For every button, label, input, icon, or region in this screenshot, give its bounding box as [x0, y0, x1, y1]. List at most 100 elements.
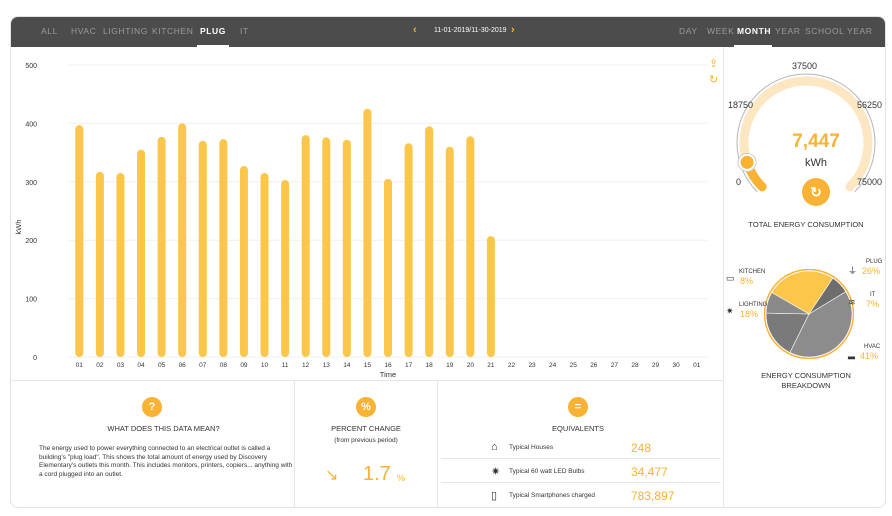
y-tick-label: 400	[25, 121, 37, 128]
x-tick-label: 12	[302, 362, 310, 369]
gauge-label-min: 0	[736, 177, 742, 187]
x-tick-label: 18	[426, 362, 434, 369]
divider	[437, 381, 438, 507]
divider	[294, 381, 295, 507]
x-tick-label: 05	[158, 362, 166, 369]
pie-pct-plug: 26%	[862, 266, 881, 276]
equivalent-value: 783,897	[631, 489, 675, 503]
breakdown-pie-chart	[764, 269, 854, 359]
x-tick-label: 21	[487, 362, 495, 369]
bar	[363, 108, 372, 357]
x-tick-label: 29	[652, 362, 660, 369]
x-tick-label: 04	[137, 362, 145, 369]
equivalent-label: Typical Houses	[509, 444, 554, 451]
x-tick-label: 01	[693, 362, 701, 369]
top-bar: ALL HVAC LIGHTING KITCHEN PLUG IT ‹ 11-0…	[11, 17, 885, 47]
bar	[239, 166, 248, 357]
period-day[interactable]: DAY	[679, 26, 698, 36]
bar	[75, 125, 84, 357]
pie-pct-kitchen: 8%	[740, 276, 754, 286]
percent-change-title: PERCENT CHANGE	[331, 424, 401, 433]
period-month[interactable]: MONTH	[737, 26, 771, 36]
equivalent-label: Typical 60 watt LED Bulbs	[509, 468, 585, 475]
share-icon[interactable]: ⇪	[709, 57, 718, 70]
x-tick-label: 27	[611, 362, 619, 369]
lightbulb-icon: ✷	[491, 466, 501, 478]
bar	[260, 173, 269, 357]
y-tick-label: 0	[33, 355, 37, 362]
equivalent-row: ⌂ Typical Houses 248	[441, 437, 721, 459]
info-title: WHAT DOES THIS DATA MEAN?	[107, 424, 220, 433]
gauge-label-q1: 18750	[728, 100, 754, 110]
bar	[425, 126, 434, 357]
x-tick-label: 28	[631, 362, 639, 369]
hvac-icon: ▂	[848, 349, 855, 359]
pie-pct-hvac: 41%	[860, 351, 879, 361]
y-tick-label: 100	[25, 297, 37, 304]
bar	[281, 180, 290, 357]
period-school-year[interactable]: SCHOOL YEAR	[805, 26, 873, 36]
percent-icon: %	[356, 397, 376, 417]
pie-label-lighting: LIGHTING	[739, 302, 768, 308]
bar	[466, 136, 475, 357]
plug-icon: ⏚	[848, 266, 858, 276]
gauge-refresh-icon[interactable]: ↻	[802, 178, 830, 206]
bolt-icon	[740, 155, 754, 169]
bar	[116, 173, 125, 357]
y-axis-label: kWh	[14, 220, 23, 235]
y-tick-label: 300	[25, 180, 37, 187]
bar	[219, 139, 228, 357]
x-tick-label: 11	[282, 362, 289, 369]
x-tick-label: 19	[446, 362, 454, 369]
bar	[301, 135, 310, 357]
x-tick-label: 07	[199, 362, 207, 369]
x-tick-label: 09	[240, 362, 248, 369]
filter-all[interactable]: ALL	[41, 26, 58, 36]
bar	[157, 136, 166, 357]
equals-icon: =	[568, 397, 588, 417]
y-tick-label: 500	[25, 63, 37, 70]
chevron-right-icon[interactable]: ›	[511, 24, 515, 36]
equivalent-value: 34,477	[631, 465, 668, 479]
bar	[384, 178, 392, 357]
x-tick-label: 26	[590, 362, 598, 369]
breakdown-title-line2: BREAKDOWN	[781, 381, 831, 390]
lightbulb-icon: ✷	[726, 306, 734, 316]
bar	[198, 140, 207, 357]
filter-plug[interactable]: PLUG	[200, 26, 226, 36]
gauge-label-q3: 56250	[857, 100, 883, 110]
x-tick-label: 17	[405, 362, 413, 369]
gauge-unit: kWh	[805, 157, 827, 169]
equivalent-row: ✷ Typical 60 watt LED Bulbs 34,477	[441, 461, 721, 483]
dashboard-frame: ALL HVAC LIGHTING KITCHEN PLUG IT ‹ 11-0…	[10, 16, 886, 508]
filter-lighting[interactable]: LIGHTING	[103, 26, 148, 36]
bar	[137, 149, 146, 357]
house-icon: ⌂	[491, 441, 498, 453]
x-tick-label: 03	[117, 362, 125, 369]
percent-change-unit: %	[397, 473, 406, 483]
period-year[interactable]: YEAR	[775, 26, 801, 36]
x-tick-label: 24	[549, 362, 557, 369]
bar	[322, 137, 331, 357]
filter-it[interactable]: IT	[240, 26, 249, 36]
pie-label-hvac: HVAC	[864, 344, 881, 350]
equivalents-title: EQUIVALENTS	[552, 424, 604, 433]
right-panel: 37500 18750 56250 0 75000 7,447 kWh ↻ TO…	[723, 47, 885, 507]
x-tick-label: 01	[76, 362, 84, 369]
filter-kitchen[interactable]: KITCHEN	[152, 26, 194, 36]
question-icon: ?	[142, 397, 162, 417]
breakdown-title: ENERGY CONSUMPTION BREAKDOWN	[724, 371, 885, 391]
percent-change-value: 1.7	[363, 463, 391, 485]
filter-hvac[interactable]: HVAC	[71, 26, 96, 36]
chevron-left-icon[interactable]: ‹	[413, 24, 417, 36]
refresh-icon[interactable]: ↻	[709, 73, 718, 86]
x-tick-label: 10	[261, 362, 269, 369]
x-tick-label: 16	[384, 362, 392, 369]
bottom-panels: ? WHAT DOES THIS DATA MEAN? The energy u…	[11, 380, 723, 507]
x-tick-label: 08	[220, 362, 228, 369]
period-week[interactable]: WEEK	[707, 26, 734, 36]
percent-change-subtitle: (from previous period)	[334, 437, 398, 444]
bar	[342, 139, 351, 357]
date-range[interactable]: 11-01-2019/11-30-2019	[434, 27, 507, 34]
y-tick-label: 200	[25, 238, 37, 245]
